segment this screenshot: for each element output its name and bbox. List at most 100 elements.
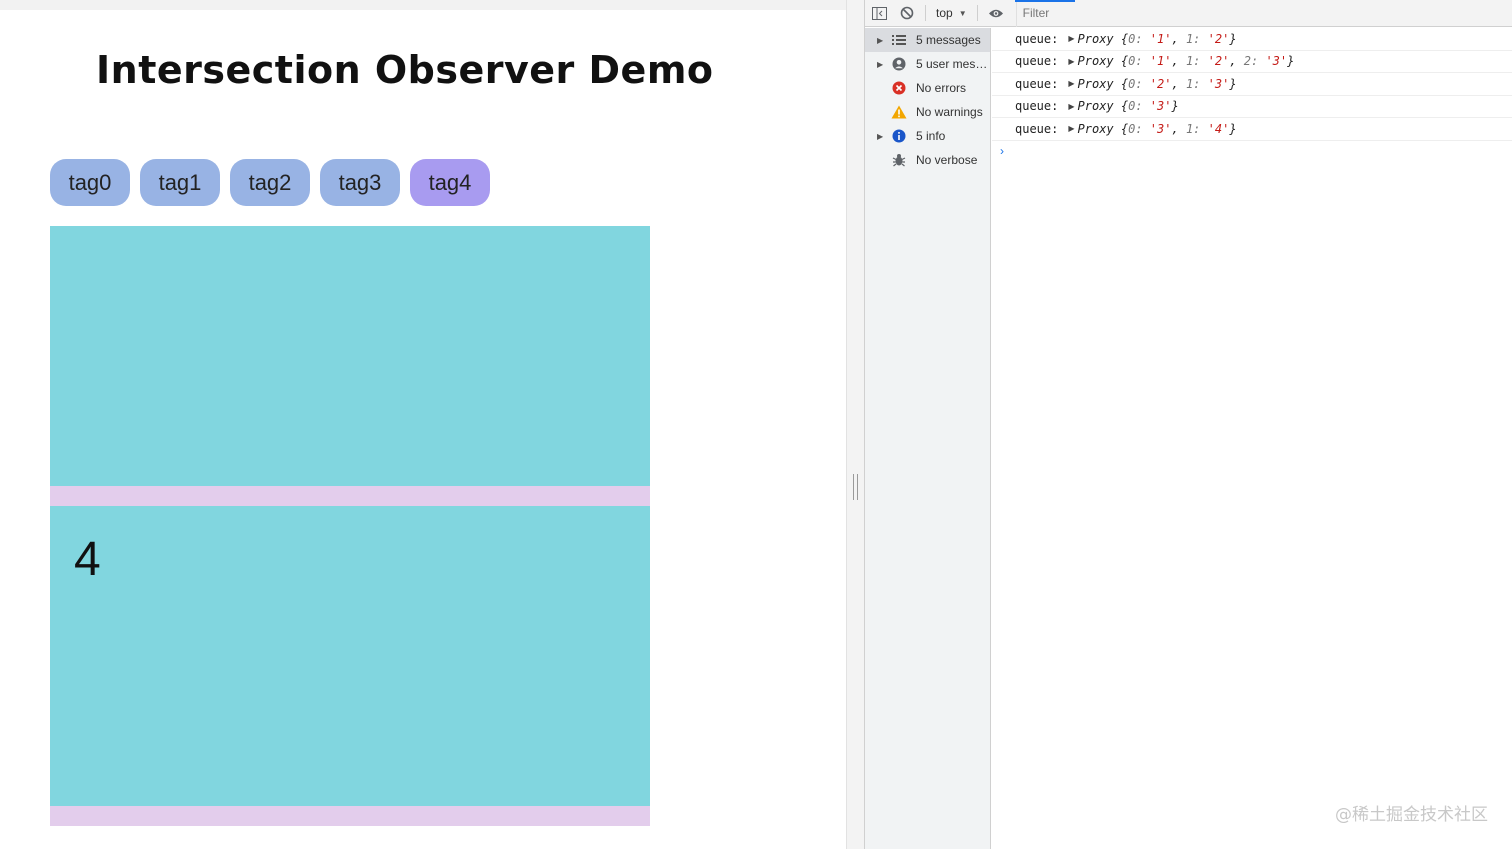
object-key: 1: [1185, 54, 1208, 69]
object-value: '4' [1207, 121, 1230, 136]
console-log-row: queue: ▶ Proxy {0: '2', 1: '3'} [992, 73, 1512, 96]
filter-input[interactable]: Filter [1015, 0, 1512, 27]
sidebar-item-label: 5 info [916, 129, 946, 143]
watermark: @稀土掘金技术社区 [1335, 805, 1488, 825]
sidebar-item-label: 5 user mes… [916, 57, 988, 71]
context-label: top [936, 6, 953, 20]
object-type: Proxy [1077, 76, 1121, 91]
expand-arrow-icon[interactable]: ▶ [1068, 79, 1074, 88]
console-log-row: queue: ▶ Proxy {0: '1', 1: '2'} [992, 28, 1512, 51]
object-key: 1: [1185, 121, 1208, 136]
object-value: '3' [1207, 76, 1230, 91]
section-label: 4 [74, 533, 101, 586]
object-value: '1' [1149, 54, 1172, 69]
sidebar-item-label: No warnings [916, 105, 983, 119]
expand-arrow-icon[interactable]: ▶ [1068, 34, 1074, 43]
object-brace: } [1171, 99, 1179, 114]
expand-arrow-icon[interactable]: ▶ [1068, 57, 1074, 66]
devtools-panel: top ▼ Filter ▶ 5 messages ▶ 5 user mes… [865, 0, 1512, 849]
context-selector[interactable]: top ▼ [930, 6, 973, 20]
log-object[interactable]: Proxy {0: '1', 1: '2'} [1078, 32, 1237, 46]
object-key: 0: [1128, 54, 1150, 69]
page-title: Intersection Observer Demo [96, 48, 714, 92]
sidebar-item-user-messages[interactable]: ▶ 5 user mes… [865, 52, 990, 76]
log-object[interactable]: Proxy {0: '3'} [1078, 99, 1179, 113]
log-key: queue: [1015, 121, 1059, 136]
resize-handle[interactable] [853, 474, 858, 500]
warning-icon [891, 104, 907, 120]
object-key: 1: [1185, 76, 1208, 91]
tag-button-2[interactable]: tag2 [230, 159, 310, 206]
expand-arrow-icon[interactable]: ▶ [877, 132, 883, 141]
tag-bar: tag0 tag1 tag2 tag3 tag4 [50, 159, 490, 206]
expand-arrow-icon[interactable]: ▶ [1068, 102, 1074, 111]
toolbar-divider [976, 5, 978, 21]
object-separator: , [1171, 54, 1186, 69]
section-spacer [50, 806, 650, 826]
object-type: Proxy [1077, 121, 1121, 136]
tag-button-3[interactable]: tag3 [320, 159, 400, 206]
expand-arrow-icon[interactable]: ▶ [1068, 124, 1074, 133]
sidebar-item-label: No errors [916, 81, 967, 95]
log-key: queue: [1015, 76, 1059, 91]
object-value: '2' [1207, 54, 1230, 69]
clear-console-icon[interactable] [893, 0, 921, 27]
info-icon [891, 128, 907, 144]
list-icon [891, 32, 907, 48]
object-key: 0: [1128, 99, 1150, 114]
object-key: 0: [1128, 121, 1150, 136]
sidebar-toggle-icon[interactable] [865, 0, 893, 27]
tag-button-0[interactable]: tag0 [50, 159, 130, 206]
object-key: 1: [1185, 31, 1208, 46]
log-key: queue: [1015, 99, 1059, 114]
object-value: '2' [1207, 31, 1230, 46]
caret-down-icon: ▼ [958, 8, 967, 18]
sidebar-item-messages[interactable]: ▶ 5 messages [865, 28, 990, 52]
tag-button-1[interactable]: tag1 [140, 159, 220, 206]
log-object[interactable]: Proxy {0: '2', 1: '3'} [1078, 77, 1237, 91]
log-object[interactable]: Proxy {0: '1', 1: '2', 2: '3'} [1078, 54, 1295, 68]
sidebar-item-errors[interactable]: No errors [865, 76, 990, 100]
log-key: queue: [1015, 31, 1059, 46]
demo-page: Intersection Observer Demo tag0 tag1 tag… [0, 0, 846, 849]
object-value: '2' [1149, 76, 1172, 91]
object-key: 0: [1128, 76, 1150, 91]
object-value: '3' [1149, 99, 1172, 114]
toolbar-divider [925, 5, 926, 21]
console-output: queue: ▶ Proxy {0: '1', 1: '2'} queue: ▶ Prox… [992, 28, 1512, 849]
object-brace: } [1229, 31, 1237, 46]
section-spacer [50, 486, 650, 506]
sidebar-item-verbose[interactable]: No verbose [865, 148, 990, 172]
console-log-row: queue: ▶ Proxy {0: '3', 1: '4'} [992, 118, 1512, 141]
object-type: Proxy [1077, 31, 1121, 46]
tag-button-4[interactable]: tag4 [410, 159, 490, 206]
object-type: Proxy [1077, 54, 1121, 69]
expand-arrow-icon[interactable]: ▶ [877, 60, 883, 69]
section-block-3 [50, 226, 650, 486]
section-block-4: 4 [50, 506, 650, 806]
object-separator: , [1171, 121, 1186, 136]
sidebar-item-label: 5 messages [916, 33, 981, 47]
console-log-row: queue: ▶ Proxy {0: '3'} [992, 96, 1512, 118]
object-type: Proxy [1077, 99, 1121, 114]
object-key: 0: [1128, 31, 1150, 46]
object-separator: , [1229, 54, 1244, 69]
expand-arrow-icon[interactable]: ▶ [877, 36, 883, 45]
object-brace: } [1229, 121, 1237, 136]
object-brace: } [1287, 54, 1295, 69]
eye-icon[interactable] [982, 0, 1010, 27]
object-brace: } [1229, 76, 1237, 91]
sidebar-item-warnings[interactable]: No warnings [865, 100, 990, 124]
object-value: '1' [1149, 31, 1172, 46]
object-value: '3' [1265, 54, 1288, 69]
console-prompt[interactable]: › [992, 141, 1512, 161]
sidebar-item-info[interactable]: ▶ 5 info [865, 124, 990, 148]
devtools-splitter[interactable] [846, 0, 865, 849]
user-icon [891, 56, 907, 72]
console-log-list: queue: ▶ Proxy {0: '1', 1: '2'} queue: ▶ Prox… [992, 28, 1512, 141]
object-separator: , [1171, 76, 1186, 91]
log-object[interactable]: Proxy {0: '3', 1: '4'} [1078, 122, 1237, 136]
bug-icon [891, 152, 907, 168]
console-log-row: queue: ▶ Proxy {0: '1', 1: '2', 2: '3'} [992, 51, 1512, 73]
active-tab-indicator [1015, 0, 1075, 2]
